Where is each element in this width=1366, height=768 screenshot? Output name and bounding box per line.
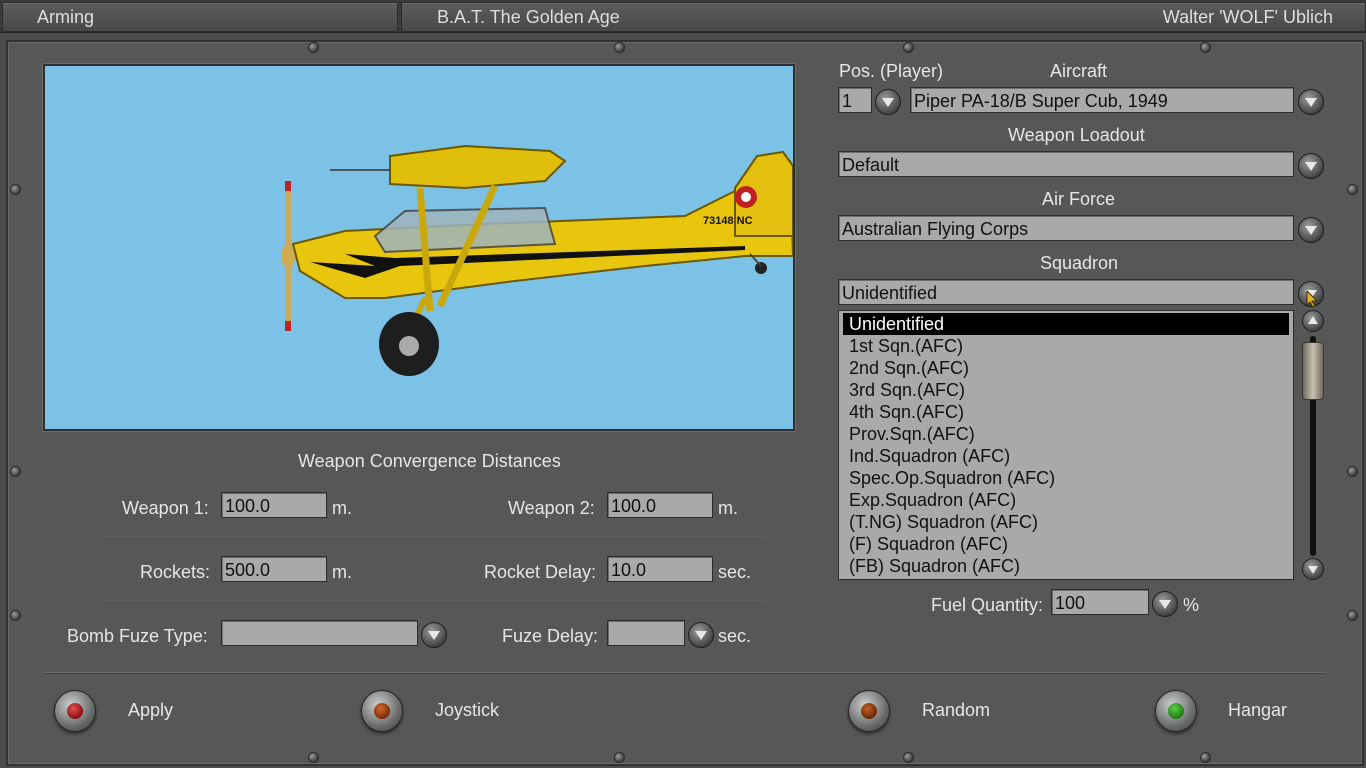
fuel-label: Fuel Quantity:	[931, 595, 1044, 615]
list-item[interactable]: Spec.Op.Squadron (AFC)	[843, 467, 1289, 489]
weapon2-unit: m.	[718, 498, 738, 518]
joystick-button[interactable]	[361, 690, 403, 732]
fuel-select[interactable]: 100	[1051, 589, 1149, 615]
tail-number: 73148 NC	[703, 215, 753, 227]
list-item[interactable]: 1st Sqn.(AFC)	[843, 335, 1289, 357]
screw-icon	[10, 466, 21, 477]
screw-icon	[1347, 184, 1358, 195]
rocket-delay-label: Rocket Delay:	[484, 562, 597, 582]
screw-icon	[614, 752, 625, 763]
list-item[interactable]: Exp.Squadron (AFC)	[843, 489, 1289, 511]
bottom-separator	[43, 672, 1326, 674]
airforce-label: Air Force	[1042, 189, 1116, 209]
screw-icon	[308, 42, 319, 53]
airforce-dropdown-icon[interactable]	[1298, 217, 1324, 243]
list-item[interactable]: 4th Sqn.(AFC)	[843, 401, 1289, 423]
screw-icon	[614, 42, 625, 53]
aircraft-illustration: 73148 NC	[281, 144, 793, 376]
fuze-delay-unit: sec.	[718, 626, 752, 646]
screw-icon	[10, 184, 21, 195]
list-item[interactable]: (T.NG) Squadron (AFC)	[843, 511, 1289, 533]
list-item[interactable]: Prov.Sqn.(AFC)	[843, 423, 1289, 445]
weapon2-label: Weapon 2:	[508, 498, 595, 518]
convergence-title: Weapon Convergence Distances	[298, 451, 561, 471]
pilot-name: Walter 'WOLF' Ublich	[1162, 7, 1333, 27]
apply-button[interactable]	[54, 690, 96, 732]
list-item[interactable]: Unidentified	[843, 313, 1289, 335]
screen-title-segment: Arming	[2, 2, 398, 32]
screw-icon	[1347, 466, 1358, 477]
screw-icon	[1347, 610, 1358, 621]
rocket-delay-unit: sec.	[718, 562, 752, 582]
divider	[105, 600, 765, 601]
screw-icon	[903, 42, 914, 53]
list-item[interactable]: 3rd Sqn.(AFC)	[843, 379, 1289, 401]
loadout-select[interactable]: Default	[838, 151, 1294, 177]
random-button[interactable]	[848, 690, 890, 732]
aircraft-label: Aircraft	[1050, 61, 1108, 81]
screw-icon	[308, 752, 319, 763]
campaign-segment: B.A.T. The Golden Age Walter 'WOLF' Ubli…	[401, 2, 1366, 32]
screw-icon	[903, 752, 914, 763]
rocket-delay-input[interactable]: 10.0	[607, 556, 713, 582]
campaign-title: B.A.T. The Golden Age	[437, 7, 620, 27]
fuze-delay-label: Fuze Delay:	[502, 626, 599, 646]
apply-label[interactable]: Apply	[128, 700, 173, 721]
weapon1-input[interactable]: 100.0	[221, 492, 327, 518]
weapon1-label: Weapon 1:	[122, 498, 209, 518]
list-item[interactable]: (FB) Squadron (AFC)	[843, 555, 1289, 577]
screw-icon	[1200, 752, 1211, 763]
random-lamp-icon	[861, 703, 877, 719]
loadout-label: Weapon Loadout	[1008, 125, 1145, 145]
pos-select[interactable]: 1	[838, 87, 872, 113]
scroll-up-icon[interactable]	[1302, 310, 1324, 332]
screw-icon	[10, 610, 21, 621]
pos-label: Pos. (Player)	[839, 61, 944, 81]
screen-title: Arming	[37, 7, 95, 27]
title-bar: Arming B.A.T. The Golden Age Walter 'WOL…	[0, 0, 1366, 33]
aircraft-select[interactable]: Piper PA-18/B Super Cub, 1949	[910, 87, 1294, 113]
wing	[389, 144, 567, 190]
squadron-select[interactable]: Unidentified	[838, 279, 1294, 305]
squadron-scrollbar[interactable]	[1302, 310, 1324, 580]
list-item[interactable]: (F) Squadron (AFC)	[843, 533, 1289, 555]
hangar-label[interactable]: Hangar	[1228, 700, 1287, 721]
aircraft-preview: 73148 NC	[43, 64, 795, 431]
list-item[interactable]: 2nd Sqn.(AFC)	[843, 357, 1289, 379]
hangar-lamp-icon	[1168, 703, 1184, 719]
list-item[interactable]: Ind.Squadron (AFC)	[843, 445, 1289, 467]
pos-dropdown-icon[interactable]	[875, 89, 901, 115]
squadron-label: Squadron	[1040, 253, 1119, 273]
fuel-dropdown-icon[interactable]	[1152, 591, 1178, 617]
bomb-fuze-label: Bomb Fuze Type:	[67, 626, 208, 646]
apply-lamp-icon	[67, 703, 83, 719]
rockets-input[interactable]: 500.0	[221, 556, 327, 582]
weapon2-input[interactable]: 100.0	[607, 492, 713, 518]
fuze-delay-select[interactable]	[607, 620, 685, 646]
aircraft-dropdown-icon[interactable]	[1298, 89, 1324, 115]
bomb-fuze-select[interactable]	[221, 620, 418, 646]
hangar-button[interactable]	[1155, 690, 1197, 732]
fuel-unit: %	[1183, 595, 1200, 615]
rockets-unit: m.	[332, 562, 352, 582]
loadout-dropdown-icon[interactable]	[1298, 153, 1324, 179]
joystick-lamp-icon	[374, 703, 390, 719]
weapon1-unit: m.	[332, 498, 352, 518]
joystick-label[interactable]: Joystick	[435, 700, 499, 721]
squadron-list[interactable]: Unidentified 1st Sqn.(AFC) 2nd Sqn.(AFC)…	[838, 310, 1294, 580]
airforce-select[interactable]: Australian Flying Corps	[838, 215, 1294, 241]
mouse-cursor-icon	[1306, 290, 1319, 308]
fuze-delay-dropdown-icon[interactable]	[688, 622, 714, 648]
rockets-label: Rockets:	[140, 562, 211, 582]
random-label[interactable]: Random	[922, 700, 990, 721]
screw-icon	[1200, 42, 1211, 53]
scroll-thumb[interactable]	[1302, 342, 1324, 400]
scroll-down-icon[interactable]	[1302, 558, 1324, 580]
bomb-fuze-dropdown-icon[interactable]	[421, 622, 447, 648]
divider	[105, 536, 765, 537]
